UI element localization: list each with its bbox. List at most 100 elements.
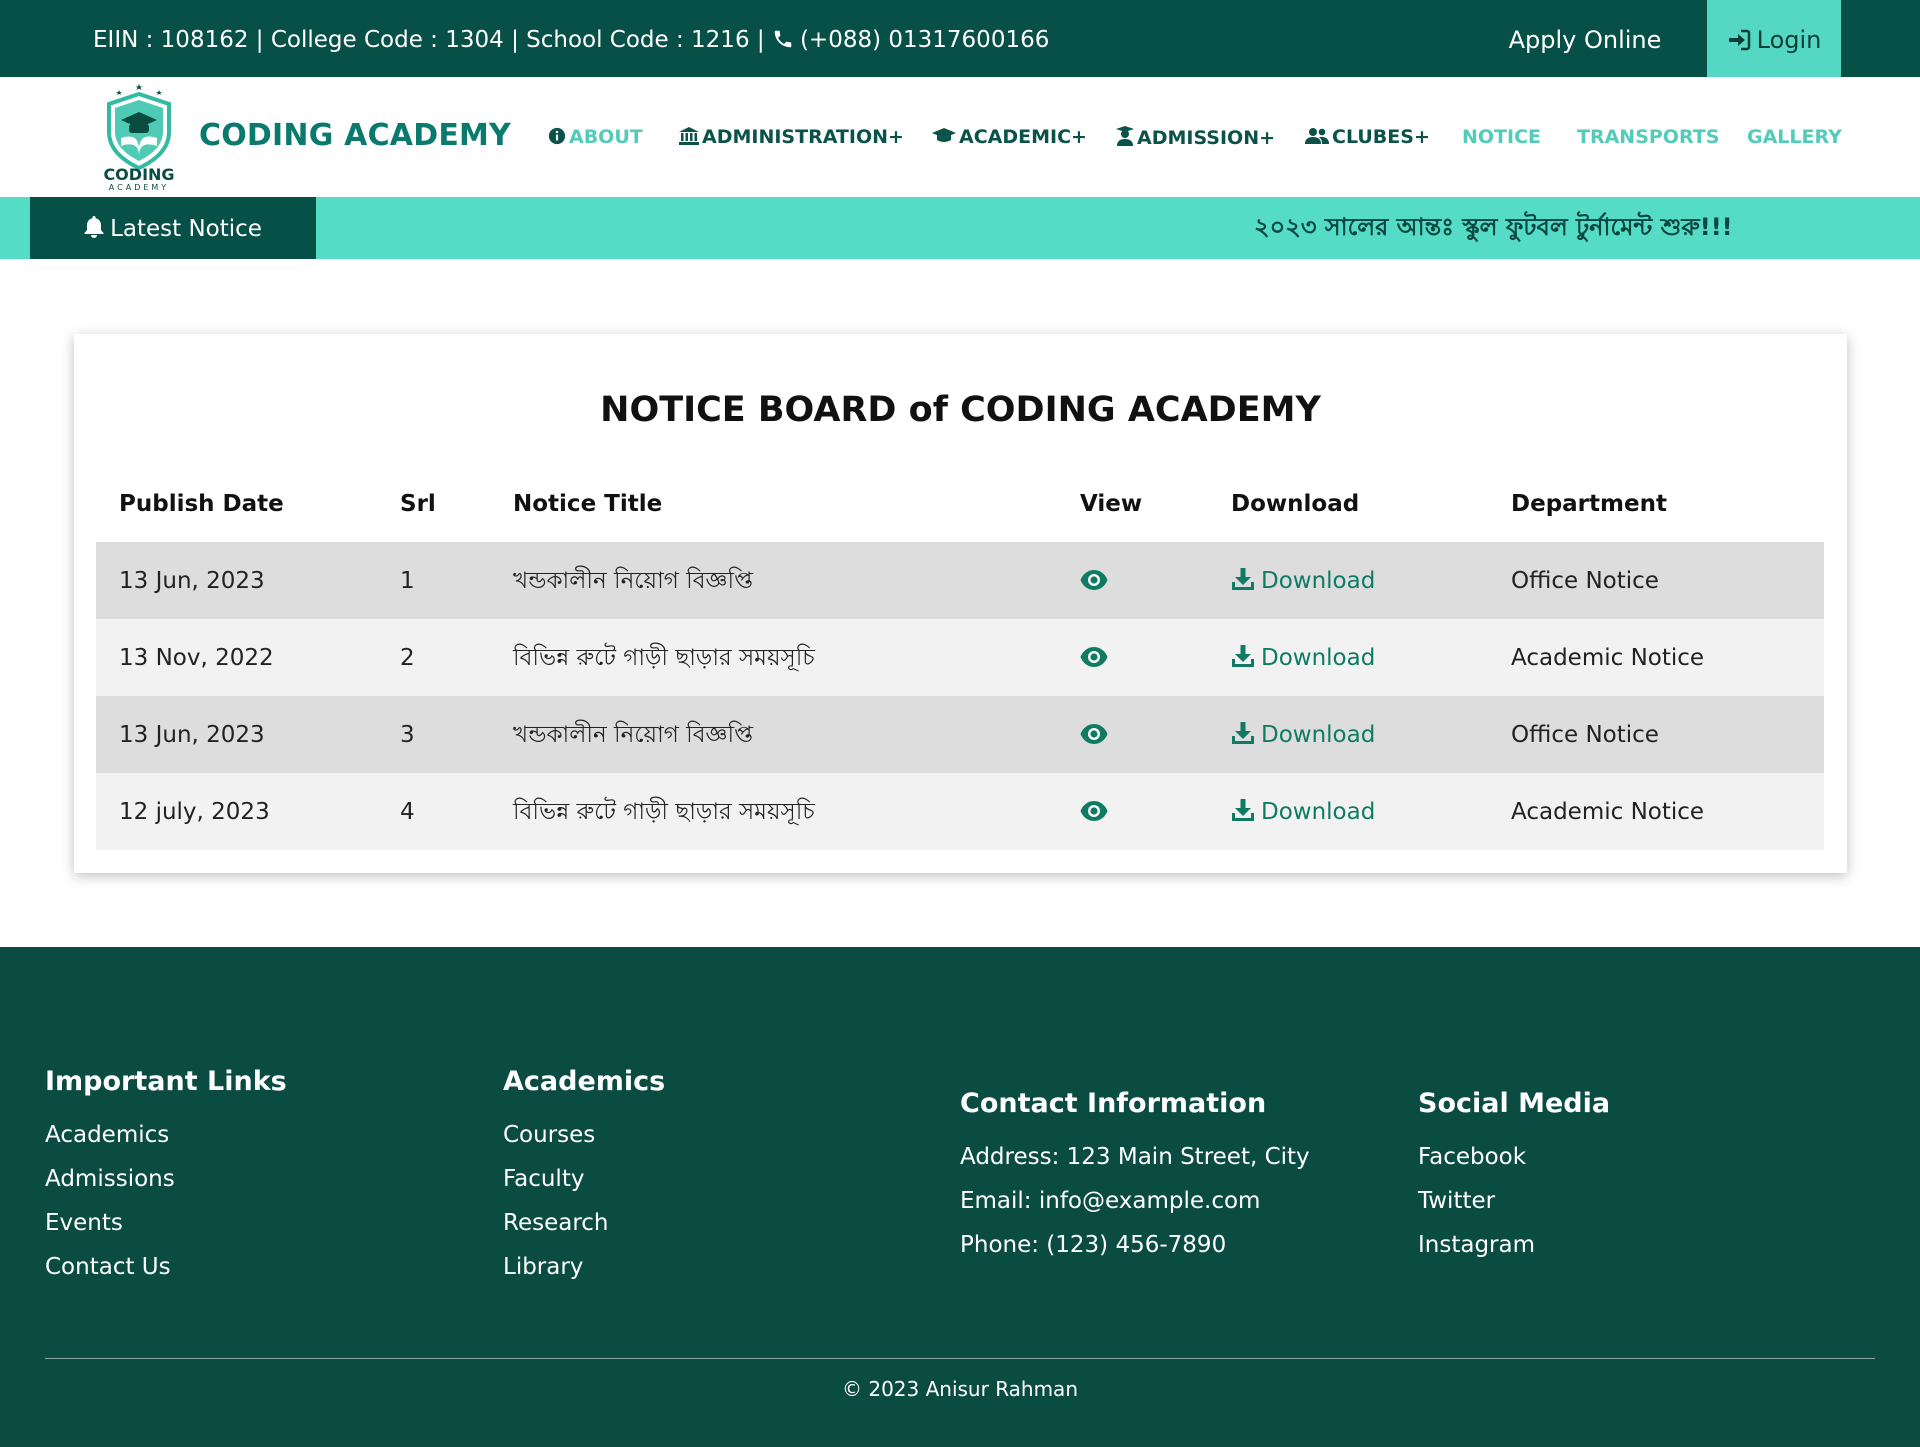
- institution-codes: EIIN : 108162 | College Code : 1304 | Sc…: [93, 27, 765, 53]
- footer-link-research[interactable]: Research: [503, 1201, 665, 1245]
- download-label: Download: [1261, 799, 1376, 825]
- footer-link-admissions[interactable]: Admissions: [45, 1157, 287, 1201]
- download-link[interactable]: Download: [1231, 619, 1375, 697]
- notice-title[interactable]: বিভিন্ন রুটে গাড়ী ছাড়ার সময়সূচি: [513, 619, 815, 697]
- institution-info: EIIN : 108162 | College Code : 1304 | Sc…: [93, 0, 1049, 77]
- footer-divider: [45, 1358, 1875, 1359]
- logo-subtext: ACADEMY: [108, 183, 170, 192]
- footer-contact-information: Contact Information Address: 123 Main St…: [960, 1088, 1310, 1267]
- footer-link-instagram[interactable]: Instagram: [1418, 1223, 1610, 1267]
- download-label: Download: [1261, 722, 1376, 748]
- copyright: © 2023 Anisur Rahman: [841, 1377, 1078, 1401]
- footer-important-links: Important Links Academics Admissions Eve…: [45, 1066, 287, 1289]
- footer-email[interactable]: Email: info@example.com: [960, 1179, 1310, 1223]
- footer-link-twitter[interactable]: Twitter: [1418, 1179, 1610, 1223]
- col-publish-date: Publish Date: [119, 491, 284, 517]
- footer-heading: Important Links: [45, 1066, 287, 1097]
- download-link[interactable]: Download: [1231, 696, 1375, 774]
- col-notice-title: Notice Title: [513, 491, 663, 517]
- col-download: Download: [1231, 491, 1360, 517]
- notice-title[interactable]: বিভিন্ন রুটে গাড়ী ছাড়ার সময়সূচি: [513, 773, 815, 851]
- brand-name[interactable]: CODING ACADEMY: [199, 118, 511, 153]
- footer-link-faculty[interactable]: Faculty: [503, 1157, 665, 1201]
- notice-title[interactable]: খন্ডকালীন নিয়োগ বিজ্ঞপ্তি: [513, 542, 753, 620]
- col-view: View: [1080, 491, 1143, 517]
- nav-academic-label: ACADEMIC+: [959, 126, 1087, 148]
- academy-logo[interactable]: CODING ACADEMY: [99, 82, 179, 192]
- nav-gallery[interactable]: GALLERY: [1747, 126, 1842, 148]
- notice-table: Publish Date Srl Notice Title View Downl…: [96, 477, 1824, 850]
- download-icon: [1232, 568, 1254, 590]
- download-link[interactable]: Download: [1231, 773, 1375, 851]
- latest-notice-label: Latest Notice: [30, 197, 316, 259]
- department: Office Notice: [1511, 722, 1659, 748]
- bell-icon: [84, 216, 104, 238]
- login-label: Login: [1756, 26, 1822, 54]
- view-eye-icon[interactable]: [1080, 569, 1108, 597]
- footer-link-library[interactable]: Library: [503, 1245, 665, 1289]
- footer-address: Address: 123 Main Street, City: [960, 1144, 1310, 1170]
- footer-link-courses[interactable]: Courses: [503, 1113, 665, 1157]
- notice-marquee[interactable]: ২০২৩ সালের আন্তঃ স্কুল ফুটবল টুর্নামেন্ট…: [1254, 197, 1733, 259]
- notice-board-title: NOTICE BOARD of CODING ACADEMY: [600, 390, 1321, 430]
- users-icon: [1305, 128, 1329, 144]
- logo-text: CODING: [103, 165, 175, 184]
- serial-number: 1: [400, 568, 415, 594]
- publish-date: 12 july, 2023: [119, 799, 270, 825]
- nav-about-label: ABOUT: [569, 126, 643, 148]
- nav-transports[interactable]: TRANSPORTS: [1577, 126, 1719, 148]
- top-bar: EIIN : 108162 | College Code : 1304 | Sc…: [0, 0, 1920, 77]
- nav-clubes[interactable]: CLUBES+: [1305, 126, 1430, 148]
- publish-date: 13 Jun, 2023: [119, 722, 265, 748]
- table-header: Publish Date Srl Notice Title View Downl…: [96, 477, 1824, 542]
- publish-date: 13 Nov, 2022: [119, 645, 274, 671]
- phone-icon: [772, 3, 794, 83]
- col-department: Department: [1511, 491, 1667, 517]
- footer-link-events[interactable]: Events: [45, 1201, 287, 1245]
- view-eye-icon[interactable]: [1080, 723, 1108, 751]
- table-row: 12 july, 2023 4 বিভিন্ন রুটে গাড়ী ছাড়া…: [96, 773, 1824, 850]
- nav-administration[interactable]: ADMINISTRATION+: [679, 126, 904, 148]
- footer-phone[interactable]: Phone: (123) 456-7890: [960, 1223, 1310, 1267]
- download-link[interactable]: Download: [1231, 542, 1375, 620]
- nav-administration-label: ADMINISTRATION+: [702, 126, 904, 148]
- footer-heading: Academics: [503, 1066, 666, 1097]
- nav-admission-label: ADMISSION+: [1137, 127, 1276, 149]
- footer-heading: Contact Information: [960, 1088, 1267, 1119]
- site-footer: Important Links Academics Admissions Eve…: [0, 947, 1920, 1447]
- table-row: 13 Jun, 2023 1 খন্ডকালীন নিয়োগ বিজ্ঞপ্ত…: [96, 542, 1824, 619]
- col-srl: Srl: [400, 491, 436, 517]
- info-icon: [548, 127, 566, 145]
- download-icon: [1232, 722, 1254, 744]
- nav-about[interactable]: ABOUT: [548, 126, 643, 148]
- notice-title[interactable]: খন্ডকালীন নিয়োগ বিজ্ঞপ্তি: [513, 696, 753, 774]
- download-icon: [1232, 799, 1254, 821]
- footer-academics: Academics Courses Faculty Research Libra…: [503, 1066, 665, 1289]
- department: Office Notice: [1511, 568, 1659, 594]
- download-label: Download: [1261, 568, 1376, 594]
- view-eye-icon[interactable]: [1080, 800, 1108, 828]
- serial-number: 4: [400, 799, 415, 825]
- login-button[interactable]: Login: [1707, 0, 1841, 77]
- footer-link-academics[interactable]: Academics: [45, 1113, 287, 1157]
- footer-heading: Social Media: [1418, 1088, 1611, 1119]
- latest-notice-strip: Latest Notice ২০২৩ সালের আন্তঃ স্কুল ফুট…: [0, 197, 1920, 259]
- view-eye-icon[interactable]: [1080, 646, 1108, 674]
- nav-admission[interactable]: ADMISSION+: [1116, 126, 1275, 149]
- download-label: Download: [1261, 645, 1376, 671]
- notice-board-card: NOTICE BOARD of CODING ACADEMY Publish D…: [74, 334, 1847, 873]
- phone-number[interactable]: (+088) 01317600166: [800, 27, 1049, 53]
- footer-social-media: Social Media Facebook Twitter Instagram: [1418, 1088, 1610, 1267]
- department: Academic Notice: [1511, 645, 1705, 671]
- table-row: 13 Jun, 2023 3 খন্ডকালীন নিয়োগ বিজ্ঞপ্ত…: [96, 696, 1824, 773]
- footer-link-facebook[interactable]: Facebook: [1418, 1135, 1610, 1179]
- nav-academic[interactable]: ACADEMIC+: [932, 126, 1087, 148]
- nav-clubes-label: CLUBES+: [1332, 126, 1430, 148]
- login-icon: [1728, 29, 1750, 51]
- footer-link-contact-us[interactable]: Contact Us: [45, 1245, 287, 1289]
- nav-notice[interactable]: NOTICE: [1462, 126, 1541, 148]
- apply-online-link[interactable]: Apply Online: [1480, 0, 1690, 77]
- table-row: 13 Nov, 2022 2 বিভিন্ন রুটে গাড়ী ছাড়ার…: [96, 619, 1824, 696]
- serial-number: 3: [400, 722, 415, 748]
- graduation-cap-icon: [932, 128, 956, 142]
